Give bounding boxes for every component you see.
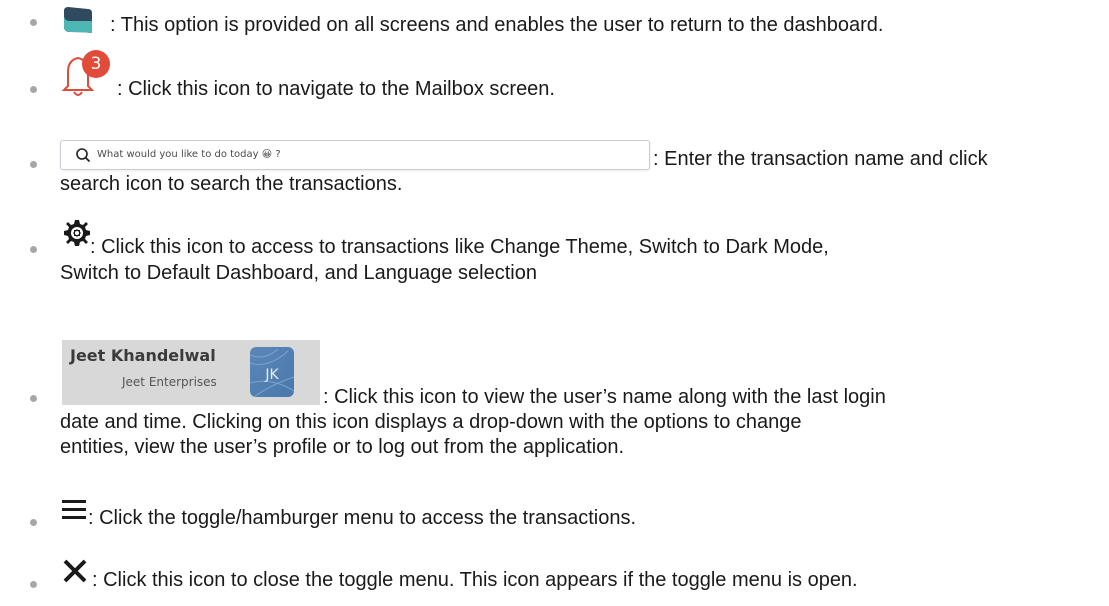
search-placeholder: What would you like to do today 😀 ?: [97, 149, 281, 160]
item-text-continued: Switch to Default Dashboard, and Languag…: [60, 262, 537, 284]
bullet: [30, 246, 37, 253]
list-item-dashboard: : This option is provided on all screens…: [0, 2, 1109, 38]
bullet: [30, 19, 37, 26]
bullet: [30, 519, 37, 526]
item-text-continued: entities, view the user’s profile or to …: [60, 436, 625, 458]
close-icon[interactable]: [62, 558, 88, 584]
user-entity: Jeet Enterprises: [122, 375, 217, 389]
bullet: [30, 86, 37, 93]
avatar: JK: [250, 347, 294, 397]
bullet: [30, 581, 37, 588]
item-text: : Click this icon to view the user’s nam…: [323, 386, 886, 408]
hamburger-icon[interactable]: [62, 498, 88, 520]
list-item-close: : Click this icon to close the toggle me…: [0, 558, 1109, 598]
item-text: : Click this icon to close the toggle me…: [92, 569, 858, 591]
item-text: : Click this icon to access to transacti…: [90, 236, 829, 258]
list-item-mailbox: 3 : Click this icon to navigate to the M…: [0, 50, 1109, 100]
list-item-settings: : Click this icon to access to transacti…: [0, 218, 1109, 288]
list-item-user: Jeet Khandelwal Jeet Enterprises JK : Cl…: [0, 340, 1109, 470]
dashboard-icon[interactable]: [62, 5, 102, 33]
item-text-continued: date and time. Clicking on this icon dis…: [60, 411, 802, 433]
bell-icon[interactable]: 3: [60, 50, 120, 100]
item-text: : This option is provided on all screens…: [110, 14, 884, 36]
item-text: : Click this icon to navigate to the Mai…: [117, 78, 555, 100]
item-text-continued: search icon to search the transactions.: [60, 173, 403, 195]
search-icon[interactable]: [75, 147, 91, 163]
user-name: Jeet Khandelwal: [70, 346, 216, 365]
user-card[interactable]: Jeet Khandelwal Jeet Enterprises JK: [62, 340, 320, 405]
bullet: [30, 395, 37, 402]
avatar-initials: JK: [265, 367, 279, 383]
bullet: [30, 161, 37, 168]
list-item-hamburger: : Click the toggle/hamburger menu to acc…: [0, 498, 1109, 534]
item-text: : Enter the transaction name and click: [653, 148, 988, 170]
list-item-search: What would you like to do today 😀 ? : En…: [0, 140, 1109, 200]
notification-badge: 3: [82, 50, 110, 78]
item-text: : Click the toggle/hamburger menu to acc…: [88, 507, 637, 529]
search-input[interactable]: What would you like to do today 😀 ?: [60, 140, 650, 170]
gear-icon[interactable]: [61, 218, 91, 248]
